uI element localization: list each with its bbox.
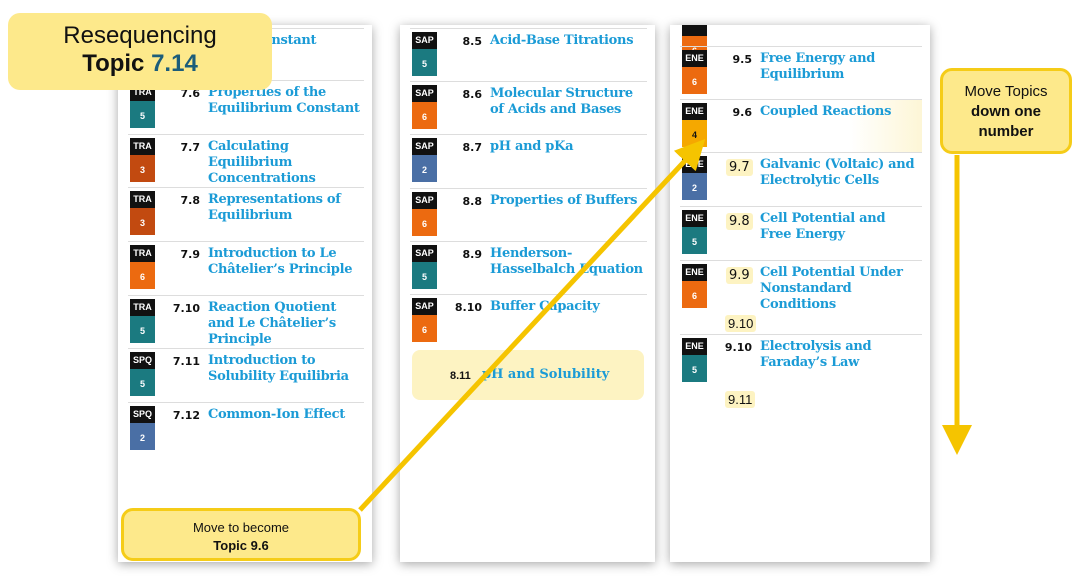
diagonal-arrow-icon [358,139,706,512]
arrows [358,139,972,512]
